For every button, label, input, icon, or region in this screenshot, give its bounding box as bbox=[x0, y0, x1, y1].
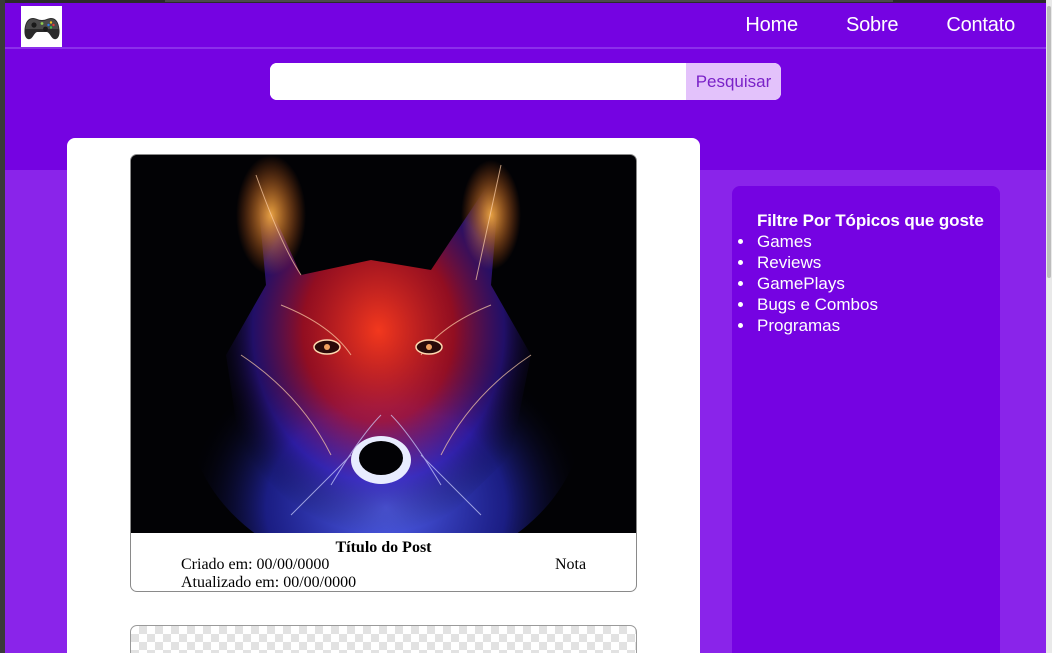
topic-item-games[interactable]: Games bbox=[738, 231, 1000, 252]
topic-item-bugs-e-combos[interactable]: Bugs e Combos bbox=[738, 294, 1000, 315]
scrollbar-thumb[interactable] bbox=[1047, 6, 1051, 278]
post-created-date: Criado em: 00/00/0000 bbox=[181, 556, 330, 573]
search-bar: Pesquisar bbox=[270, 63, 781, 100]
search-button[interactable]: Pesquisar bbox=[686, 63, 781, 100]
topic-filter-sidebar: Filtre Por Tópicos que goste Games Revie… bbox=[732, 186, 1000, 653]
neon-wolf-image bbox=[131, 155, 636, 575]
gamepad-icon[interactable] bbox=[21, 6, 62, 47]
topic-item-programas[interactable]: Programas bbox=[738, 315, 1000, 336]
topic-item-gameplays[interactable]: GamePlays bbox=[738, 273, 1000, 294]
sidebar-heading: Filtre Por Tópicos que goste bbox=[757, 211, 984, 230]
search-input[interactable] bbox=[270, 63, 686, 100]
posts-panel: Título do Post Criado em: 00/00/0000 Atu… bbox=[67, 138, 700, 653]
post-updated-date: Atualizado em: 00/00/0000 bbox=[181, 574, 357, 591]
topic-item-reviews[interactable]: Reviews bbox=[738, 252, 1000, 273]
page-scrollbar[interactable] bbox=[1046, 0, 1052, 653]
nav-home-link[interactable]: Home bbox=[745, 14, 798, 37]
main-nav: Home Sobre Contato bbox=[745, 14, 1015, 37]
post-rating: Nota bbox=[555, 556, 587, 573]
nav-contato-link[interactable]: Contato bbox=[946, 14, 1015, 37]
post-title: Título do Post bbox=[335, 539, 432, 556]
nav-sobre-link[interactable]: Sobre bbox=[846, 14, 899, 37]
post-card[interactable]: Título do Post Criado em: 00/00/0000 Atu… bbox=[130, 154, 637, 592]
topic-list: Games Reviews GamePlays Bugs e Combos Pr… bbox=[738, 231, 1000, 336]
post-card-placeholder[interactable] bbox=[130, 625, 637, 653]
nav-divider bbox=[5, 47, 1046, 49]
